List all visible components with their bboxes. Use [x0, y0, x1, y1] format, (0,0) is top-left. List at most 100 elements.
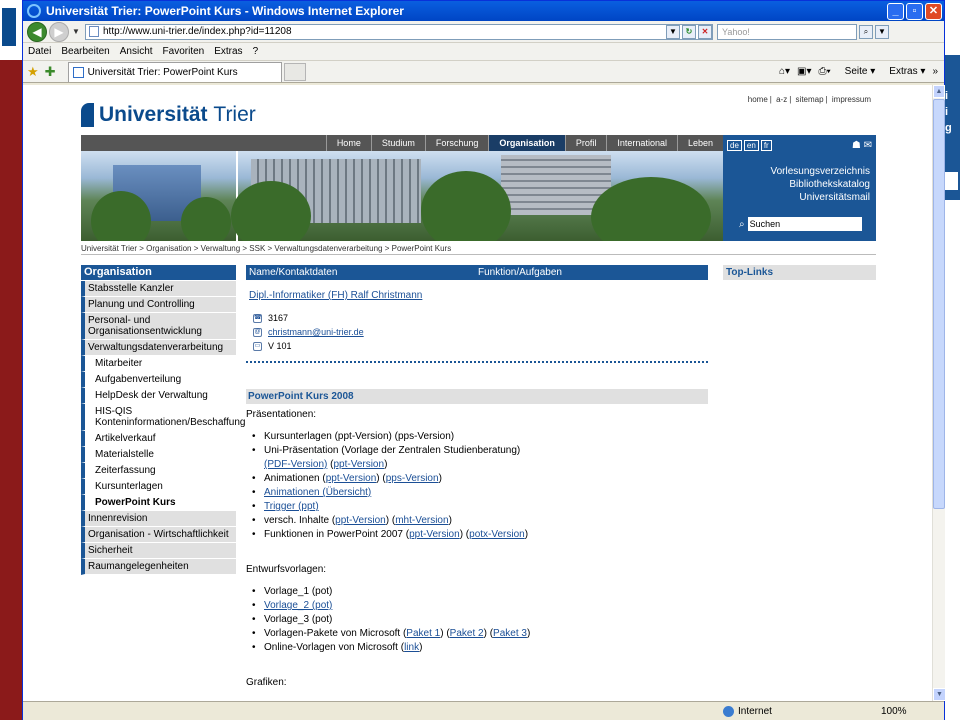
- ppt-version-link[interactable]: ppt-Version: [326, 473, 377, 484]
- sidebar-item[interactable]: Materialstelle: [81, 447, 236, 463]
- nav-organisation[interactable]: Organisation: [488, 135, 565, 151]
- home-link[interactable]: home: [748, 95, 768, 104]
- zoom-level[interactable]: 100%: [881, 706, 907, 717]
- sidebar-item[interactable]: Raumangelegenheiten: [81, 559, 236, 575]
- contact-name-link[interactable]: Dipl.-Informatiker (FH) Ralf Christmann: [249, 290, 708, 301]
- favorites-star-icon[interactable]: ★: [27, 64, 39, 80]
- graduate-icon[interactable]: ☗: [852, 140, 861, 151]
- bibliothekskatalog-link[interactable]: Bibliothekskatalog: [771, 178, 870, 191]
- vertical-scrollbar[interactable]: ▲ ▼: [932, 85, 946, 701]
- menu-extras[interactable]: Extras: [214, 46, 242, 57]
- sidebar-item[interactable]: Artikelverkauf: [81, 431, 236, 447]
- search-icon[interactable]: ⌕: [739, 219, 745, 230]
- search-options-icon[interactable]: ▼: [875, 24, 889, 39]
- sidebar-head[interactable]: Organisation: [81, 265, 236, 280]
- chevron-more-icon[interactable]: »: [932, 66, 938, 77]
- university-logo[interactable]: Universität Trier: [81, 103, 256, 127]
- list-item: Vorlage_1 (pot): [252, 585, 708, 599]
- menu-favoriten[interactable]: Favoriten: [163, 46, 205, 57]
- add-favorite-icon[interactable]: ✚: [45, 64, 56, 80]
- nav-forschung[interactable]: Forschung: [424, 135, 489, 151]
- refresh-icon[interactable]: ↻: [682, 24, 696, 39]
- history-dropdown-icon[interactable]: ▼: [71, 27, 81, 36]
- close-button[interactable]: ✕: [925, 2, 942, 20]
- scroll-up-icon[interactable]: ▲: [933, 85, 945, 98]
- online-link[interactable]: link: [404, 642, 419, 653]
- sidebar-item[interactable]: Verwaltungsdatenverarbeitung: [81, 340, 236, 356]
- forward-button[interactable]: ▶: [49, 21, 69, 42]
- search-input[interactable]: Yahoo!: [717, 23, 857, 40]
- paket-1-link[interactable]: Paket 1: [406, 628, 440, 639]
- sidebar-item[interactable]: Zeiterfassung: [81, 463, 236, 479]
- email-link[interactable]: christmann@uni-trier.de: [268, 327, 364, 337]
- print-icon[interactable]: ⎙▾: [818, 66, 830, 77]
- address-dropdown-icon[interactable]: ▼: [666, 24, 680, 39]
- feeds-icon[interactable]: ▣▾: [797, 66, 811, 77]
- back-button[interactable]: ◀: [27, 21, 47, 42]
- menu-help[interactable]: ?: [253, 46, 259, 57]
- sidebar-item[interactable]: Kursunterlagen: [81, 479, 236, 495]
- sidebar-item[interactable]: HelpDesk der Verwaltung: [81, 388, 236, 404]
- lang-de[interactable]: de: [727, 140, 742, 151]
- paket-2-link[interactable]: Paket 2: [450, 628, 484, 639]
- address-field[interactable]: http://www.uni-trier.de/index.php?id=112…: [85, 23, 713, 40]
- pdf-version-link[interactable]: (PDF-Version): [264, 459, 327, 470]
- scroll-down-icon[interactable]: ▼: [933, 688, 946, 701]
- list-item: Uni-Präsentation (Vorlage der Zentralen …: [252, 444, 708, 458]
- potx-version-link[interactable]: potx-Version: [469, 529, 525, 540]
- logo-text: Universität Trier: [99, 103, 256, 127]
- sidebar-item[interactable]: Personal- und Organisationsentwicklung: [81, 313, 236, 340]
- sidebar-item[interactable]: PowerPoint Kurs: [81, 495, 236, 511]
- sidebar-item[interactable]: HIS-QIS Konteninformationen/Beschaffung: [81, 404, 245, 431]
- mail-icon[interactable]: ✉: [864, 140, 872, 151]
- nav-international[interactable]: International: [606, 135, 677, 151]
- sidebar-item[interactable]: Innenrevision: [81, 511, 236, 527]
- minimize-button[interactable]: _: [887, 2, 904, 20]
- language-switch: de en fr: [727, 140, 774, 151]
- new-tab-button[interactable]: [283, 62, 306, 81]
- page-menu[interactable]: Seite ▾: [838, 66, 876, 77]
- paket-3-link[interactable]: Paket 3: [493, 628, 527, 639]
- menu-bearbeiten[interactable]: Bearbeiten: [61, 46, 109, 57]
- address-url[interactable]: http://www.uni-trier.de/index.php?id=112…: [103, 26, 664, 37]
- nav-profil[interactable]: Profil: [564, 135, 607, 151]
- maximize-button[interactable]: ▫: [906, 2, 923, 20]
- stop-icon[interactable]: ✕: [698, 24, 712, 39]
- sidebar-item[interactable]: Sicherheit: [81, 543, 236, 559]
- background-slide-right: iig: [944, 0, 960, 720]
- sidebar-item[interactable]: Aufgabenverteilung: [81, 372, 236, 388]
- sidebar-item[interactable]: Planung und Controlling: [81, 297, 236, 313]
- impressum-link[interactable]: impressum: [832, 95, 871, 104]
- tools-menu[interactable]: Extras ▾: [882, 66, 925, 77]
- animationen-uebersicht-link[interactable]: Animationen (Übersicht): [264, 487, 371, 498]
- nav-studium[interactable]: Studium: [370, 135, 425, 151]
- home-icon[interactable]: ⌂▾: [779, 66, 790, 77]
- a-z-link[interactable]: a-z: [776, 95, 787, 104]
- mht-version-link[interactable]: mht-Version: [395, 515, 448, 526]
- nav-leben[interactable]: Leben: [676, 135, 723, 151]
- scroll-thumb[interactable]: [933, 99, 945, 509]
- ppt-version-link[interactable]: ppt-Version: [409, 529, 460, 540]
- menu-datei[interactable]: Datei: [28, 46, 51, 57]
- sidebar-item[interactable]: Mitarbeiter: [81, 356, 236, 372]
- menu-ansicht[interactable]: Ansicht: [120, 46, 153, 57]
- vorlage-2-link[interactable]: Vorlage_2 (pot): [264, 600, 332, 611]
- browser-tab[interactable]: Universität Trier: PowerPoint Kurs: [67, 61, 282, 82]
- ppt-version-link[interactable]: ppt-Version: [333, 459, 384, 470]
- lang-fr[interactable]: fr: [760, 140, 772, 151]
- trigger-link[interactable]: Trigger (ppt): [264, 501, 319, 512]
- pps-version-link[interactable]: pps-Version: [386, 473, 439, 484]
- universitaetsmail-link[interactable]: Universitätsmail: [771, 191, 870, 204]
- lang-en[interactable]: en: [743, 140, 759, 151]
- vorlesungsverzeichnis-link[interactable]: Vorlesungsverzeichnis: [771, 165, 871, 178]
- search-icon[interactable]: ⌕: [859, 24, 873, 39]
- sidebar-item[interactable]: Organisation - Wirtschaftlichkeit: [81, 527, 236, 543]
- sitemap-link[interactable]: sitemap: [796, 95, 824, 104]
- status-bar: Internet 100%: [23, 701, 944, 720]
- site-search-input[interactable]: Suchen: [747, 217, 862, 231]
- sidebar-item[interactable]: Stabsstelle Kanzler: [81, 281, 236, 297]
- ppt-version-link[interactable]: ppt-Version: [335, 515, 386, 526]
- sidebar-items: Stabsstelle Kanzler Planung und Controlli…: [81, 281, 245, 575]
- nav-home[interactable]: Home: [325, 135, 371, 151]
- list-item: Trigger (ppt): [252, 500, 708, 514]
